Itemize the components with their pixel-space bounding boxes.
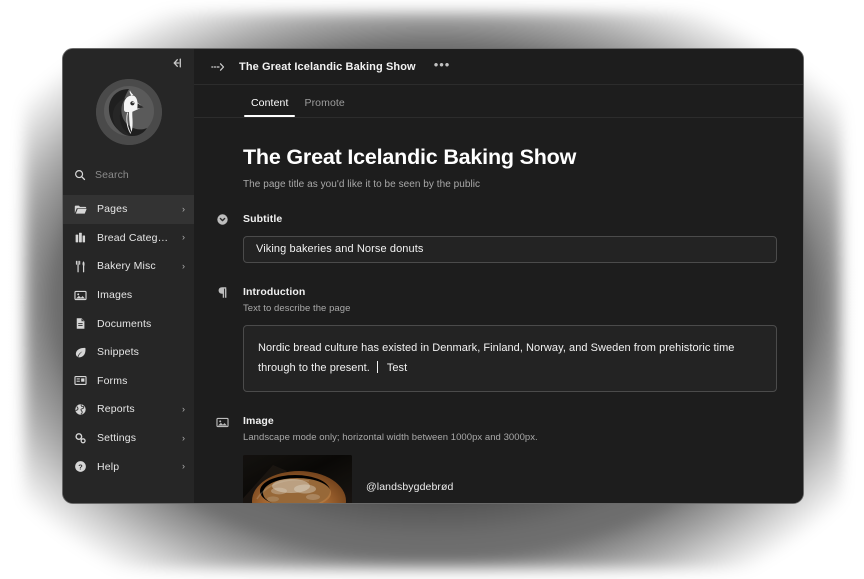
sidebar-item-images[interactable]: Images: [63, 281, 194, 310]
comment-chevron-icon[interactable]: [215, 213, 229, 227]
globe-icon: [74, 403, 87, 416]
image-thumbnail[interactable]: [243, 455, 352, 503]
tab-bar: Content Promote: [194, 85, 803, 118]
sidebar-item-label: Bakery Misc: [97, 260, 156, 273]
sidebar-item-label: Pages: [97, 203, 128, 216]
sidebar-item-label: Snippets: [97, 346, 140, 359]
sidebar-item-label: Forms: [97, 374, 128, 387]
page-title-help-text: The page title as you'd like it to be se…: [243, 178, 481, 190]
text-caret: [376, 360, 378, 373]
introduction-text-before-caret: Nordic bread culture has existed in Denm…: [258, 341, 735, 374]
svg-text:?: ?: [78, 463, 83, 472]
sidebar-item-label: Help: [97, 460, 120, 473]
sidebar-item-label: Documents: [97, 317, 152, 330]
chevron-right-icon: ›: [182, 461, 185, 472]
main-panel: The Great Icelandic Baking Show ••• Cont…: [194, 49, 803, 503]
chevron-right-icon: ›: [182, 232, 185, 243]
sidebar-item-forms[interactable]: Forms: [63, 367, 194, 396]
field-label: Subtitle: [243, 212, 283, 225]
cogs-icon: [74, 432, 87, 445]
folder-icon: [74, 203, 87, 216]
sidebar-item-settings[interactable]: Settings ›: [63, 424, 194, 453]
tab-promote[interactable]: Promote: [296, 97, 352, 117]
tab-content[interactable]: Content: [243, 97, 296, 117]
snippet-icon: [74, 346, 87, 359]
field-label: Introduction: [243, 285, 306, 298]
sidebar-item-pages[interactable]: Pages ›: [63, 195, 194, 224]
field-label: Image: [243, 415, 274, 428]
sidebar-item-label: Reports: [97, 403, 135, 416]
browser-window: Search Pages › Bread Categori › Bakery M…: [62, 48, 804, 504]
cutlery-icon: [74, 260, 87, 273]
sidebar-item-label: Bread Categori…: [97, 231, 172, 244]
pilcrow-icon: [215, 286, 229, 300]
bird-logo: [95, 79, 162, 145]
sidebar: Search Pages › Bread Categori › Bakery M…: [63, 49, 194, 503]
top-breadcrumb-bar: The Great Icelandic Baking Show •••: [194, 49, 803, 85]
breadcrumb-expand-icon[interactable]: [211, 61, 226, 73]
picture-icon: [215, 415, 229, 429]
image-caption: @landsbygdebrød: [366, 481, 454, 494]
logo-container[interactable]: [63, 67, 194, 161]
page-title: The Great Icelandic Baking Show: [243, 145, 577, 169]
help-icon: ?: [74, 460, 87, 473]
sidebar-item-snippets[interactable]: Snippets: [63, 338, 194, 367]
sidebar-item-documents[interactable]: Documents: [63, 309, 194, 338]
form-icon: [74, 374, 87, 387]
chevron-right-icon: ›: [182, 403, 185, 414]
chevron-right-icon: ›: [182, 260, 185, 271]
search-placeholder: Search: [95, 168, 129, 181]
sidebar-item-help[interactable]: ? Help ›: [63, 452, 194, 481]
field-subtitle: Subtitle Viking bakeries and Norse donut…: [216, 212, 777, 263]
sidebar-item-bread-categories[interactable]: Bread Categori… ›: [63, 224, 194, 253]
bread-icon: [74, 231, 87, 244]
sidebar-item-label: Settings: [97, 432, 137, 445]
form-content-area: The Great Icelandic Baking Show The page…: [194, 118, 803, 503]
sidebar-nav: Pages › Bread Categori… ›: [63, 195, 194, 481]
subtitle-input[interactable]: Viking bakeries and Norse donuts: [243, 235, 777, 263]
breadcrumb-title: The Great Icelandic Baking Show: [239, 60, 416, 73]
image-icon: [74, 289, 87, 302]
search-icon: [74, 169, 86, 181]
field-image: Image Landscape mode only; horizontal wi…: [215, 415, 777, 503]
search-input[interactable]: Search: [63, 161, 194, 188]
more-actions-button[interactable]: •••: [429, 58, 456, 75]
screen: Search Pages › Bread Categori › Bakery M…: [0, 0, 864, 579]
chevron-right-icon: ›: [182, 432, 185, 443]
chevron-right-icon: ›: [182, 203, 185, 214]
introduction-text-after-caret: Test: [386, 361, 408, 374]
introduction-richtext-input[interactable]: Nordic bread culture has existed in Denm…: [243, 324, 777, 393]
field-introduction: Introduction Text to describe the page N…: [218, 285, 777, 393]
field-help-text: Landscape mode only; horizontal width be…: [243, 432, 538, 444]
document-icon: [74, 317, 87, 330]
sidebar-item-reports[interactable]: Reports ›: [63, 395, 194, 424]
sidebar-item-label: Images: [97, 289, 133, 302]
sidebar-item-bakery-misc[interactable]: Bakery Misc ›: [63, 252, 194, 281]
sidebar-header: [63, 49, 194, 68]
field-help-text: Text to describe the page: [243, 302, 351, 314]
